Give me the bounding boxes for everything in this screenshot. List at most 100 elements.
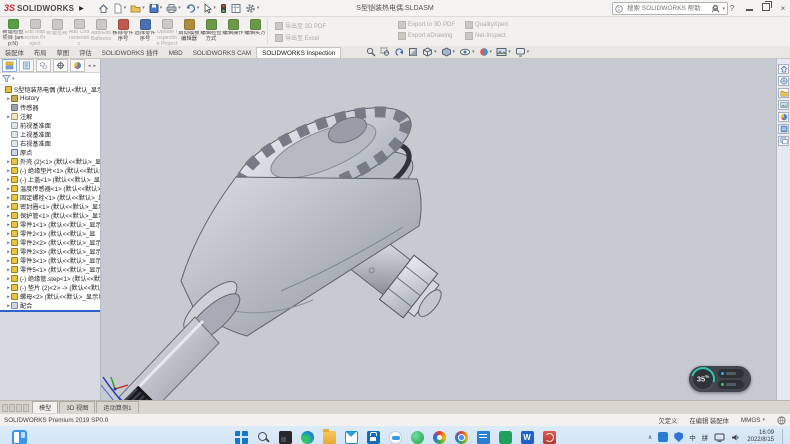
taskbar-icon[interactable] [541,429,557,444]
taskbar-icon[interactable] [365,429,381,444]
bottom-tab[interactable]: 3D 视图 [59,401,95,413]
speaker-icon[interactable] [731,433,741,442]
tab-scroll-first[interactable] [2,404,8,412]
taskbar-icon[interactable] [343,429,359,444]
show-desktop-button[interactable] [782,429,785,444]
taskbar-icon[interactable] [321,429,337,444]
zoom-fit-button[interactable] [366,47,376,57]
sign-in-user-icon[interactable] [711,4,720,13]
view-settings-caret[interactable]: ▾ [527,49,530,55]
file-properties-button[interactable] [231,3,241,14]
print-caret[interactable]: ▾ [178,5,181,11]
solidworks-resources-icon[interactable] [778,64,789,74]
apply-scene-caret[interactable]: ▾ [508,49,511,55]
tree-item[interactable]: ▸ 零件2<2> (默认<<默认>_显示状 [0,238,100,247]
taskbar-icon[interactable]: W [519,429,535,444]
featuremanager-tree-tab[interactable] [2,59,17,72]
apply-scene-button[interactable]: ▾ [496,47,511,57]
tree-item[interactable]: ▸ 零件2<1> (默认<<默认>_显 [0,229,100,238]
taskbar-icon[interactable] [475,429,491,444]
tab-scroll-next[interactable] [16,404,22,412]
command-tab[interactable]: SOLIDWORKS Inspection [256,47,341,58]
taskbar-icon[interactable] [233,429,249,444]
hide-show-items-button[interactable]: ▾ [459,47,475,57]
panel-tab-scroll-left[interactable]: ◂ [88,63,91,69]
taskbar-icon[interactable] [277,429,293,444]
tree-item[interactable]: ▸ 温度传感器<1> (默认<<默认>_ [0,184,100,193]
export-menu-item[interactable]: QualityXpert [465,21,508,29]
tree-item[interactable]: ▸ 零件1<1> (默认<<默认>_显示状态 [0,220,100,229]
ribbon-button[interactable]: Add Characteristic [68,17,90,46]
tree-item[interactable]: ▸ 保护管<1> (默认<<默认>_显示状 [0,211,100,220]
tab-scroll-last[interactable] [23,404,29,412]
export-menu-item[interactable]: Export eDrawing [398,32,455,40]
hide-show-caret[interactable]: ▾ [472,49,475,55]
tree-item[interactable]: ▸ 密封圈<1> (默认<<默认>_显示状 [0,202,100,211]
new-document-caret[interactable]: ▾ [124,5,127,11]
open-caret[interactable]: ▾ [142,5,145,11]
ribbon-button[interactable]: 启动模板编辑器 [178,17,200,46]
filter-caret[interactable]: ▾ [12,76,15,82]
taskbar-icon[interactable] [431,429,447,444]
taskbar-icon[interactable] [497,429,513,444]
undo-button[interactable]: ▾ [185,3,200,14]
ribbon-button[interactable]: 新建检视 [46,17,68,46]
tree-item[interactable]: 原点 [0,148,100,157]
tree-item[interactable]: S型铠装热电偶 (默认<默认_显示状态-1 [0,85,100,94]
bottom-tab[interactable]: 运动算例1 [96,401,138,413]
filter-funnel-icon[interactable] [2,74,11,83]
appearances-scenes-icon[interactable] [778,112,789,122]
ribbon-button[interactable]: Add/Edit Balloons [90,17,112,46]
display-manager-tab[interactable] [70,59,85,72]
globe-icon[interactable] [777,416,786,425]
select-cursor-button[interactable]: ▾ [203,3,216,14]
units-dropdown[interactable]: MMGS▾ [741,417,765,424]
ribbon-button[interactable]: 编辑操作 [222,17,244,46]
edit-appearance-button[interactable]: ▾ [479,47,493,57]
file-explorer-icon[interactable] [778,88,789,98]
tree-item[interactable]: ▸ 注解 [0,112,100,121]
rebuild-button[interactable] [220,3,227,14]
taskbar-clock[interactable]: 16:09 2022/8/15 [747,430,774,444]
display-style-button[interactable]: ▾ [441,47,456,57]
export-menu-item[interactable]: 导出至 Excel [275,33,388,42]
tree-item[interactable]: ▸ 零件2<3> (默认<<默认>_显示状 [0,247,100,256]
tray-app-icon[interactable] [658,432,668,442]
tree-item[interactable]: ▸ (-) 上盖<1> (默认<<默认>_显示状 [0,175,100,184]
taskbar-icon[interactable] [255,429,271,444]
tree-item[interactable]: ▸ 配合 [0,301,100,310]
taskbar-icon[interactable] [299,429,315,444]
taskbar-icon[interactable] [409,429,425,444]
language-indicator[interactable]: 中 [689,432,696,442]
select-caret[interactable]: ▾ [213,5,216,11]
tree-item[interactable]: ▸ 螺母<2> (默认<<默认>_显示状态 [0,292,100,301]
security-shield-icon[interactable] [674,432,683,442]
print-button[interactable]: ▾ [166,3,181,14]
command-tab[interactable]: SOLIDWORKS 插件 [97,46,164,58]
tree-item[interactable]: ▸ (-) 绝缘管.step<1> (默认<<默认>_ [0,274,100,283]
tree-item[interactable]: 右视基准面 [0,139,100,148]
tree-item[interactable]: 上视基准面 [0,130,100,139]
zoom-area-button[interactable] [380,47,390,57]
home-button[interactable] [98,3,109,14]
view-orientation-caret[interactable]: ▾ [434,49,437,55]
menu-flyout-arrow[interactable]: ▶ [79,5,84,12]
tree-item[interactable]: ▸ (-) 垫片 (2)<2> -> (默认<<默认> [0,283,100,292]
viewport[interactable]: 35% [101,59,776,400]
tree-item[interactable]: ▸ (-) 绝缘垫片<1> (默认<<默认>_显 [0,166,100,175]
export-menu-item[interactable]: Export to 3D PDF [398,21,455,29]
forum-icon[interactable] [778,136,789,146]
design-library-icon[interactable] [778,76,789,86]
save-caret[interactable]: ▾ [160,5,163,11]
ribbon-button[interactable]: 编辑检查方式 [200,17,222,46]
custom-properties-icon[interactable] [778,124,789,134]
view-settings-button[interactable]: ▾ [515,47,530,57]
command-tab[interactable]: 布局 [29,46,52,58]
tree-item[interactable]: ▸ 外壳 (2)<1> (默认<<默认>_显示状 [0,157,100,166]
tree-item[interactable]: ▸ 零件5<1> (默认<<默认>_显示状态 [0,265,100,274]
open-document-button[interactable]: ▾ [130,3,145,14]
options-caret[interactable]: ▾ [257,5,260,11]
taskbar-icon[interactable] [387,429,403,444]
tree-item[interactable]: ▸ History [0,94,100,103]
view-orientation-button[interactable]: ▾ [422,47,437,57]
